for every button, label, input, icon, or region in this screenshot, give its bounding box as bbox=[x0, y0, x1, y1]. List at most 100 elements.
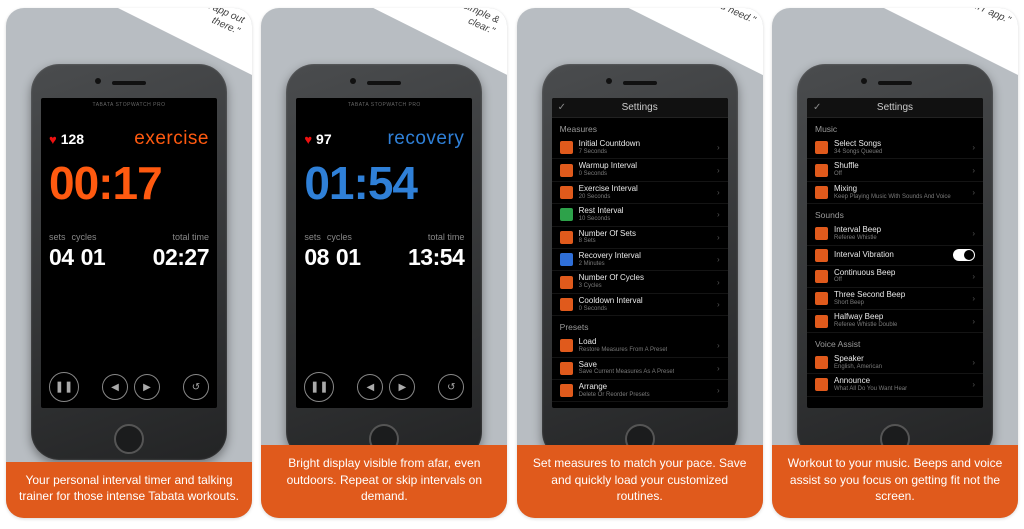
phone-frame: TABATA STOPWATCH PRO ♥ 97 recovery 01:54… bbox=[286, 64, 482, 460]
row-sublabel: English, American bbox=[834, 364, 882, 371]
done-icon[interactable]: ✓ bbox=[813, 102, 821, 113]
row-label: Warmup Interval bbox=[579, 162, 637, 171]
row-icon bbox=[815, 356, 828, 369]
label-total-time: total time bbox=[428, 232, 465, 242]
settings-row[interactable]: Number Of Cycles3 Cycles› bbox=[552, 271, 728, 293]
mode-label: exercise bbox=[134, 128, 209, 150]
mode-label: recovery bbox=[387, 128, 464, 150]
row-label: Continuous Beep bbox=[834, 269, 895, 278]
settings-row[interactable]: Interval Vibration bbox=[807, 246, 983, 266]
row-icon bbox=[560, 208, 573, 221]
row-label: Cooldown Interval bbox=[579, 297, 643, 306]
row-text: ShuffleOff bbox=[834, 162, 859, 177]
heart-rate: 128 bbox=[61, 131, 84, 147]
settings-row[interactable]: AnnounceWhat All Do You Want Hear› bbox=[807, 374, 983, 396]
value-sets: 08 bbox=[304, 246, 329, 269]
settings-row[interactable]: ArrangeDelete Or Reorder Presets› bbox=[552, 380, 728, 402]
row-sublabel: 34 Songs Queued bbox=[834, 149, 882, 156]
phone-speaker bbox=[367, 81, 401, 85]
phone-frame: ✓ Settings Measures Initial Countdown7 S… bbox=[542, 64, 738, 460]
app-title: TABATA STOPWATCH PRO bbox=[49, 100, 209, 110]
app-screen-timer-exercise: TABATA STOPWATCH PRO ♥ 128 exercise 00:1… bbox=[41, 98, 217, 408]
row-icon bbox=[560, 298, 573, 311]
chevron-right-icon: › bbox=[717, 233, 720, 242]
settings-row[interactable]: ShuffleOff› bbox=[807, 159, 983, 181]
settings-row[interactable]: Exercise Interval20 Seconds› bbox=[552, 182, 728, 204]
chevron-right-icon: › bbox=[717, 143, 720, 152]
row-sublabel: 8 Sets bbox=[579, 238, 636, 245]
settings-row[interactable]: SpeakerEnglish, American › bbox=[807, 352, 983, 374]
pause-icon: ❚❚ bbox=[55, 382, 73, 393]
settings-row[interactable]: LoadRestore Measures From A Preset› bbox=[552, 335, 728, 357]
row-label: Load bbox=[579, 338, 668, 347]
row-icon bbox=[560, 164, 573, 177]
row-icon bbox=[815, 164, 828, 177]
settings-row[interactable]: Interval BeepReferee Whistle› bbox=[807, 223, 983, 245]
reset-button[interactable]: ↺ bbox=[183, 374, 209, 400]
done-icon[interactable]: ✓ bbox=[558, 102, 566, 113]
settings-row[interactable]: Cooldown Interval0 Seconds› bbox=[552, 294, 728, 316]
value-total-time: 13:54 bbox=[408, 246, 464, 269]
settings-row[interactable]: Recovery Interval2 Minutes› bbox=[552, 249, 728, 271]
phone-speaker bbox=[112, 81, 146, 85]
row-text: SpeakerEnglish, American bbox=[834, 355, 882, 370]
section-music: Music bbox=[807, 118, 983, 137]
settings-row[interactable]: Rest Interval10 Seconds› bbox=[552, 204, 728, 226]
row-sublabel: Short Beep bbox=[834, 300, 905, 307]
row-icon bbox=[560, 253, 573, 266]
settings-row[interactable]: Continuous BeepOff› bbox=[807, 266, 983, 288]
pause-button[interactable]: ❚❚ bbox=[304, 372, 334, 402]
row-label: Select Songs bbox=[834, 140, 882, 149]
row-label: Mixing bbox=[834, 185, 951, 194]
settings-row[interactable]: MixingKeep Playing Music With Sounds And… bbox=[807, 182, 983, 204]
chevron-right-icon: › bbox=[972, 317, 975, 326]
prev-interval-button[interactable]: ◀ bbox=[357, 374, 383, 400]
row-label: Interval Vibration bbox=[834, 251, 894, 260]
row-sublabel: 10 Seconds bbox=[579, 216, 624, 223]
row-label: Number Of Sets bbox=[579, 230, 636, 239]
next-interval-button[interactable]: ▶ bbox=[389, 374, 415, 400]
prev-icon: ◀ bbox=[111, 382, 119, 393]
settings-header: ✓ Settings bbox=[552, 98, 728, 118]
prev-interval-button[interactable]: ◀ bbox=[102, 374, 128, 400]
row-text: Interval Vibration bbox=[834, 251, 894, 260]
row-icon bbox=[560, 384, 573, 397]
row-icon bbox=[815, 141, 828, 154]
row-sublabel: Referee Whistle Double bbox=[834, 322, 897, 329]
settings-row[interactable]: Select Songs34 Songs Queued› bbox=[807, 137, 983, 159]
section-presets: Presets bbox=[552, 316, 728, 335]
row-sublabel: 3 Cycles bbox=[579, 283, 644, 290]
row-text: Number Of Cycles3 Cycles bbox=[579, 274, 644, 289]
row-text: Number Of Sets8 Sets bbox=[579, 230, 636, 245]
row-text: Exercise Interval20 Seconds bbox=[579, 185, 638, 200]
settings-row[interactable]: Number Of Sets8 Sets › bbox=[552, 227, 728, 249]
value-cycles: 01 bbox=[81, 246, 106, 269]
row-text: Rest Interval10 Seconds bbox=[579, 207, 624, 222]
pause-button[interactable]: ❚❚ bbox=[49, 372, 79, 402]
settings-row[interactable]: SaveSave Current Measures As A Preset› bbox=[552, 358, 728, 380]
reset-button[interactable]: ↺ bbox=[438, 374, 464, 400]
panel-caption: Set measures to match your pace. Save an… bbox=[517, 445, 763, 518]
value-sets: 04 bbox=[49, 246, 74, 269]
row-label: Save bbox=[579, 361, 675, 370]
prev-icon: ◀ bbox=[366, 382, 374, 393]
next-interval-button[interactable]: ▶ bbox=[134, 374, 160, 400]
phone-camera bbox=[95, 78, 101, 84]
panel-caption: Workout to your music. Beeps and voice a… bbox=[772, 445, 1018, 518]
row-label: Announce bbox=[834, 377, 907, 386]
settings-row[interactable]: Three Second BeepShort Beep› bbox=[807, 288, 983, 310]
label-cycles: cycles bbox=[327, 232, 352, 242]
row-sublabel: Keep Playing Music With Sounds And Voice bbox=[834, 194, 951, 201]
toggle-switch[interactable] bbox=[953, 249, 975, 261]
row-label: Initial Countdown bbox=[579, 140, 640, 149]
value-total-time: 02:27 bbox=[153, 246, 209, 269]
settings-row[interactable]: Halfway BeepReferee Whistle Double › bbox=[807, 310, 983, 332]
row-icon bbox=[560, 276, 573, 289]
chevron-right-icon: › bbox=[972, 358, 975, 367]
settings-row[interactable]: Warmup Interval0 Seconds› bbox=[552, 159, 728, 181]
row-icon bbox=[815, 315, 828, 328]
next-icon: ▶ bbox=[398, 382, 406, 393]
row-text: Halfway BeepReferee Whistle Double bbox=[834, 313, 897, 328]
settings-row[interactable]: Initial Countdown7 Seconds› bbox=[552, 137, 728, 159]
row-sublabel: Save Current Measures As A Preset bbox=[579, 369, 675, 376]
